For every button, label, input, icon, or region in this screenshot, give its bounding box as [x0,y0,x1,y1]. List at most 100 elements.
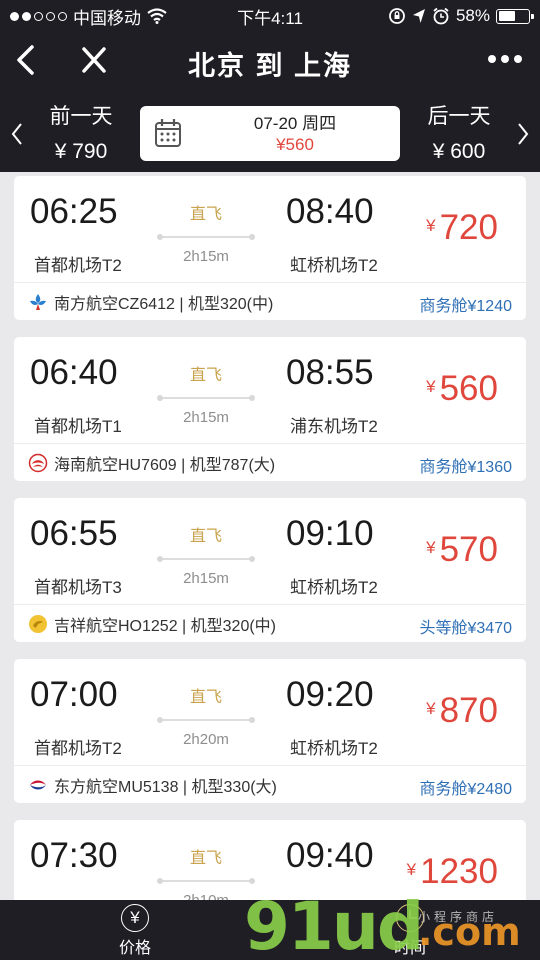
page-title: 北京 到 上海 [187,51,352,81]
china-southern-logo-icon [30,293,46,310]
current-date-button[interactable]: 07-20 周四 ¥560 [140,106,400,161]
next-day-label: 后一天 [427,105,491,128]
yen-circle-icon: ¥ [121,904,149,932]
currency-symbol: ¥ [426,699,436,718]
price-amount: 870 [439,691,498,730]
hainan-airlines-logo-icon [28,453,48,472]
price-amount: 560 [439,369,498,408]
chevron-right-icon[interactable] [516,122,530,146]
flight-card[interactable]: 06:25 首都机场T2 直飞 2h15m 08:40 虹桥机场T2 ¥720 … [14,176,526,320]
route-line [157,395,255,401]
route-line [157,234,255,240]
flight-footer: 吉祥航空HO1252 | 机型320(中) 头等舱¥3470 [14,604,526,642]
flight-main: 06:25 首都机场T2 直飞 2h15m 08:40 虹桥机场T2 ¥720 [14,176,526,282]
china-eastern-logo-icon [30,780,46,789]
clock-icon [396,904,424,932]
flight-main: 06:40 首都机场T1 直飞 2h15m 08:55 浦东机场T2 ¥560 [14,337,526,443]
carrier-name: 中国移动 [73,8,141,28]
route-line [157,717,255,723]
departure-time: 06:55 [30,514,118,553]
airline-flight-info: 东方航空MU5138 | 机型330(大) [54,778,277,796]
departure-airport: 首都机场T3 [34,578,122,597]
airline-flight-info: 海南航空HU7609 | 机型787(大) [54,456,276,474]
status-left: 中国移动 [10,4,167,29]
cabin-price-link[interactable]: 商务舱¥2480 [420,775,513,799]
price-amount: 1230 [420,852,498,891]
arrival-airport: 浦东机场T2 [290,417,378,436]
juneyao-logo-icon [29,614,47,633]
flight-route-info: 直飞 2h15m [157,200,255,265]
current-date-price: ¥560 [276,135,314,154]
flight-footer: 海南航空HU7609 | 机型787(大) 商务舱¥1360 [14,443,526,481]
currency-symbol: ¥ [426,216,436,235]
cabin-price-link[interactable]: 头等舱¥3470 [420,614,513,638]
currency-symbol: ¥ [426,377,436,396]
header: 中国移动 下午4:11 58% 北京 到 上海 前一天 ¥ 790 07-20 … [0,0,540,172]
current-date: 07-20 周四 [253,114,337,133]
flight-card[interactable]: 07:00 首都机场T2 直飞 2h20m 09:20 虹桥机场T2 ¥870 … [14,659,526,803]
route-line [157,556,255,562]
flight-price: ¥570 [426,530,498,570]
arrival-time: 09:20 [286,675,374,714]
arrival-time: 08:40 [286,192,374,231]
date-selector: 前一天 ¥ 790 07-20 周四 ¥560 后一天 ¥ 600 [0,96,540,166]
flight-price: ¥560 [426,369,498,409]
prev-day-price: ¥ 790 [54,140,108,163]
flight-route-info: 直飞 2h15m [157,522,255,587]
flight-price: ¥720 [426,208,498,248]
sort-by-price-tab[interactable]: ¥ 价格 [106,904,164,958]
currency-symbol: ¥ [406,860,417,879]
flight-main: 07:00 首都机场T2 直飞 2h20m 09:20 虹桥机场T2 ¥870 [14,659,526,765]
flight-main: 06:55 首都机场T3 直飞 2h15m 09:10 虹桥机场T2 ¥570 [14,498,526,604]
alarm-icon [433,7,449,25]
arrival-time: 08:55 [286,353,374,392]
arrival-time: 09:40 [286,836,374,875]
departure-time: 06:40 [30,353,118,392]
flight-price: ¥1230 [407,852,498,892]
departure-airport: 首都机场T2 [34,739,122,758]
battery-level [498,11,516,21]
flight-route-info: 直飞 2h15m [157,361,255,426]
next-day-price: ¥ 600 [432,140,486,163]
direct-flight-label: 直飞 [189,528,222,545]
direct-flight-label: 直飞 [189,206,222,223]
cabin-price-link[interactable]: 商务舱¥1240 [420,292,513,316]
flight-card[interactable]: 06:40 首都机场T1 直飞 2h15m 08:55 浦东机场T2 ¥560 … [14,337,526,481]
nav-bar: 北京 到 上海 [0,36,540,86]
status-right: 58% [388,6,534,26]
calendar-icon [155,119,181,147]
price-amount: 570 [439,530,498,569]
battery-percent: 58% [455,6,490,25]
orientation-lock-icon [389,8,405,24]
location-arrow-icon [412,9,425,23]
flight-card[interactable]: 06:55 首都机场T3 直飞 2h15m 09:10 虹桥机场T2 ¥570 … [14,498,526,642]
flight-duration: 2h20m [183,731,229,748]
prev-day-button[interactable]: 前一天 ¥ 790 [26,100,136,164]
airline-flight-info: 吉祥航空HO1252 | 机型320(中) [54,617,276,635]
direct-flight-label: 直飞 [189,850,222,867]
next-day-button[interactable]: 后一天 ¥ 600 [404,100,514,164]
status-bar: 中国移动 下午4:11 58% [0,0,540,32]
direct-flight-label: 直飞 [189,689,222,706]
cabin-price-link[interactable]: 商务舱¥1360 [420,453,513,477]
sort-by-time-tab[interactable]: 时间 [380,904,440,958]
flight-duration: 2h15m [183,409,229,426]
departure-time: 06:25 [30,192,118,231]
departure-airport: 首都机场T1 [34,417,122,436]
flight-route-info: 直飞 2h20m [157,683,255,748]
prev-day-label: 前一天 [49,105,113,128]
price-tab-label: 价格 [118,940,151,957]
bottom-tab-bar: ¥ 价格 时间 [0,900,540,960]
arrival-time: 09:10 [286,514,374,553]
more-dots-icon[interactable] [488,55,522,63]
flight-duration: 2h15m [183,248,229,265]
flight-footer: 东方航空MU5138 | 机型330(大) 商务舱¥2480 [14,765,526,803]
chevron-left-icon[interactable] [10,122,24,146]
route-line [157,878,255,884]
arrival-airport: 虹桥机场T2 [290,578,378,597]
flight-duration: 2h15m [183,570,229,587]
wifi-icon [147,8,167,24]
arrival-airport: 虹桥机场T2 [290,256,378,275]
arrival-airport: 虹桥机场T2 [290,739,378,758]
battery-icon [496,8,534,24]
